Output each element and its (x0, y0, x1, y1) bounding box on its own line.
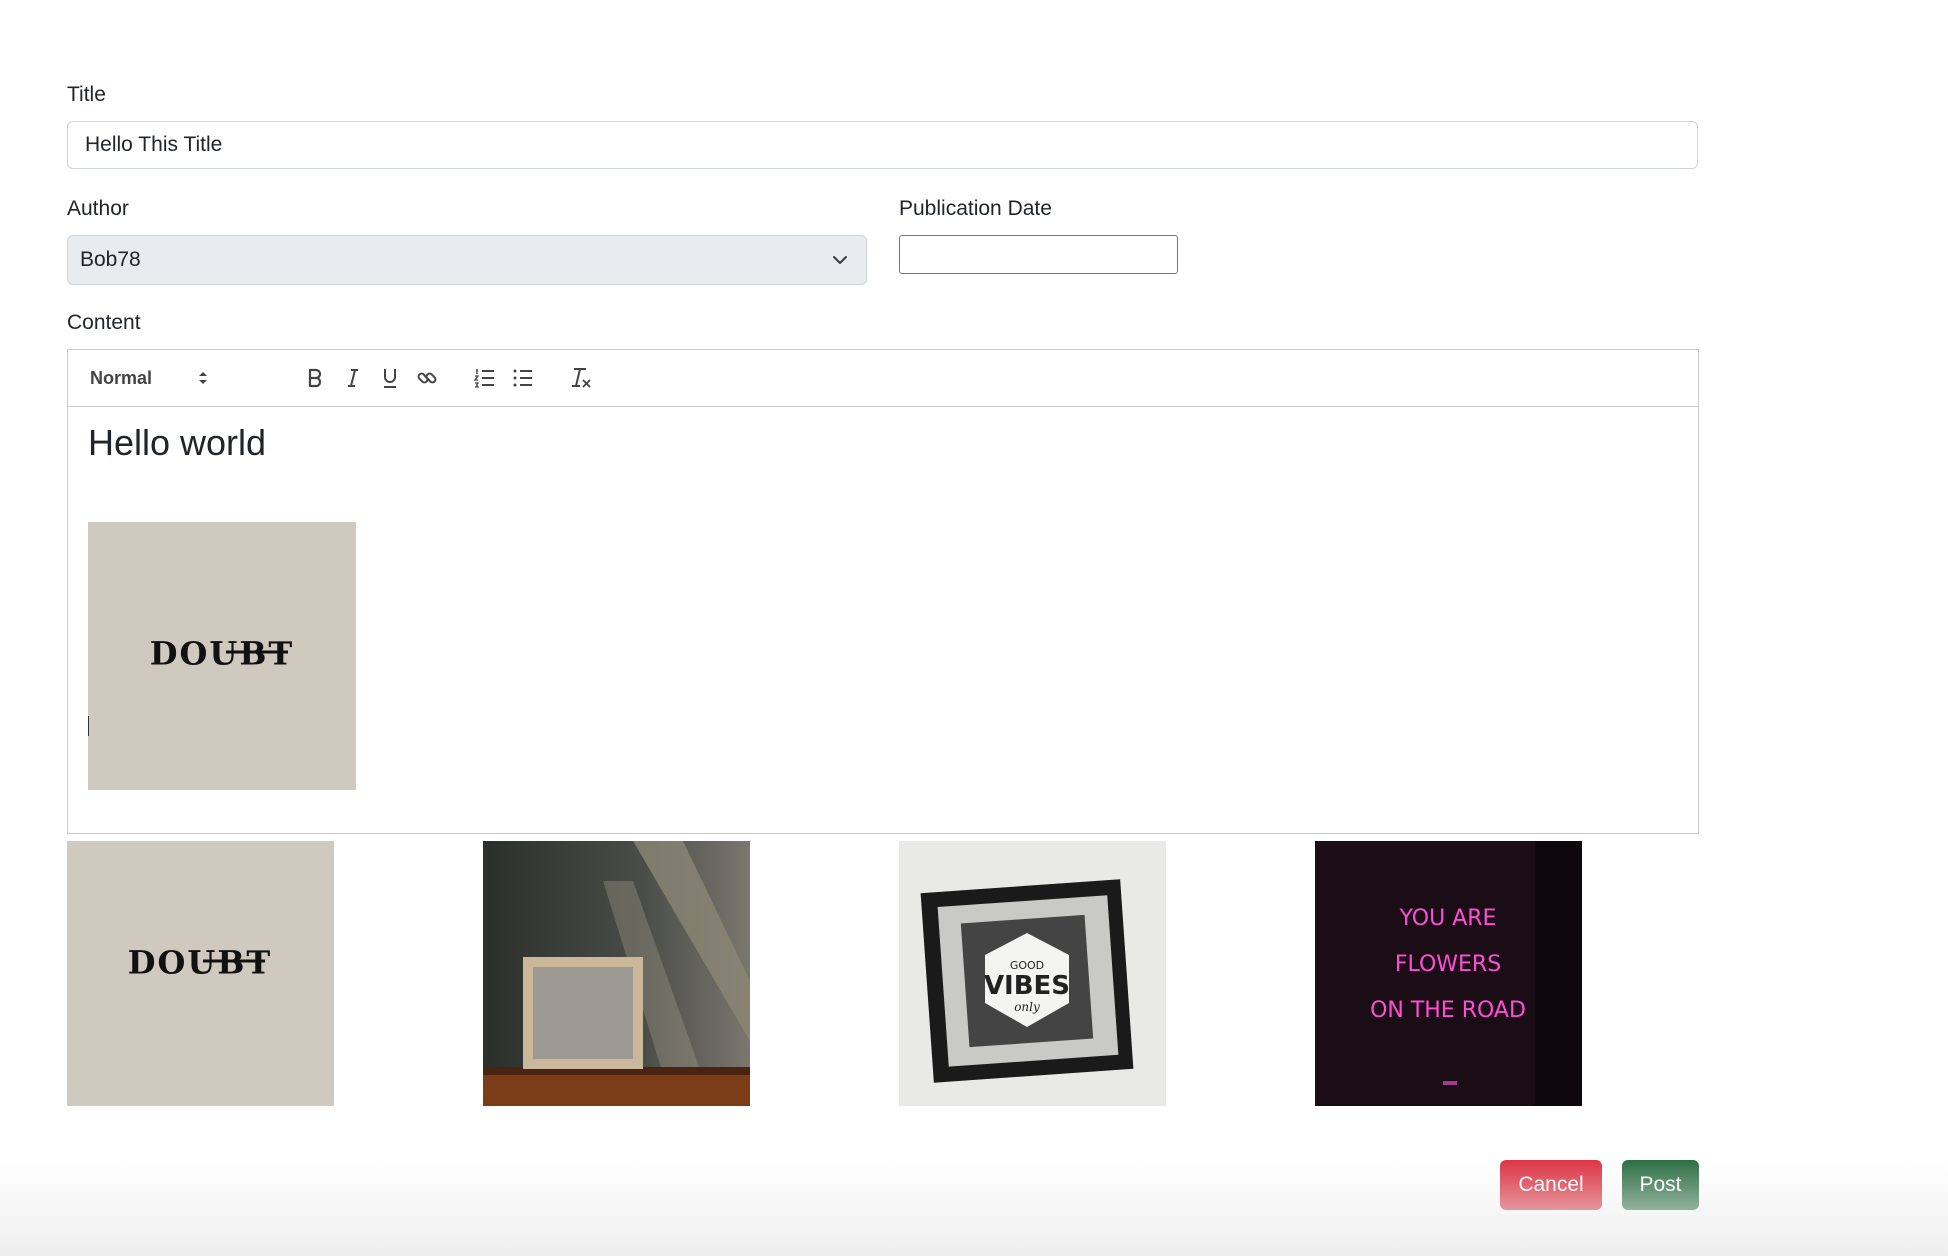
underline-button[interactable] (377, 363, 403, 393)
up-down-arrows-icon (199, 372, 207, 384)
title-input[interactable]: Hello This Title (67, 121, 1698, 169)
editor-heading: Hello world (88, 422, 267, 463)
clear-format-button[interactable] (568, 363, 594, 393)
cancel-button[interactable]: Cancel (1500, 1160, 1602, 1210)
bold-button[interactable] (302, 363, 328, 393)
author-label: Author (67, 197, 129, 220)
vibes-bottom-text: only (1014, 1000, 1040, 1014)
gallery-image-doubt[interactable]: DOUBT (67, 841, 334, 1106)
format-select-value: Normal (90, 367, 153, 388)
underline-icon (384, 369, 396, 388)
link-button[interactable] (414, 363, 440, 393)
italic-button[interactable] (340, 363, 366, 393)
content-label: Content (67, 311, 141, 334)
format-select[interactable]: Normal (90, 363, 208, 393)
title-label: Title (67, 83, 106, 106)
publication-date-label: Publication Date (899, 197, 1052, 220)
bullet-list-button[interactable] (510, 363, 536, 393)
editor-toolbar: Normal (68, 350, 1698, 407)
neon-line-3: ON THE ROAD (1370, 998, 1526, 1023)
rich-text-editor: Normal Hello world DOUBT (67, 349, 1699, 834)
chevron-down-icon (833, 256, 847, 264)
page: Title Hello This Title Author Bob78 Publ… (0, 0, 1948, 1256)
publication-date-input[interactable] (899, 235, 1178, 274)
post-button[interactable]: Post (1622, 1160, 1699, 1210)
gallery-image-good-vibes[interactable]: GOOD VIBES only (899, 841, 1166, 1106)
gallery-image-neon-sign[interactable]: YOU ARE FLOWERS ON THE ROAD (1315, 841, 1582, 1106)
link-icon (417, 372, 437, 384)
neon-line-1: YOU ARE (1399, 906, 1497, 931)
clear-format-icon (572, 368, 591, 388)
vibes-main-text: VIBES (984, 971, 1070, 1001)
bullet-list-icon (513, 369, 532, 387)
editor-embedded-image: DOUBT (88, 522, 356, 790)
editor-body[interactable]: Hello world DOUBT (68, 407, 1698, 833)
italic-icon (348, 369, 358, 387)
text-caret (88, 716, 89, 736)
gallery-image-empty-frame[interactable] (483, 841, 750, 1106)
bold-icon (308, 368, 322, 388)
neon-line-2: FLOWERS (1395, 952, 1501, 977)
ordered-list-button[interactable] (472, 363, 498, 393)
author-select[interactable]: Bob78 (67, 235, 867, 285)
author-selected-value: Bob78 (80, 248, 141, 271)
ordered-list-icon (474, 369, 494, 388)
